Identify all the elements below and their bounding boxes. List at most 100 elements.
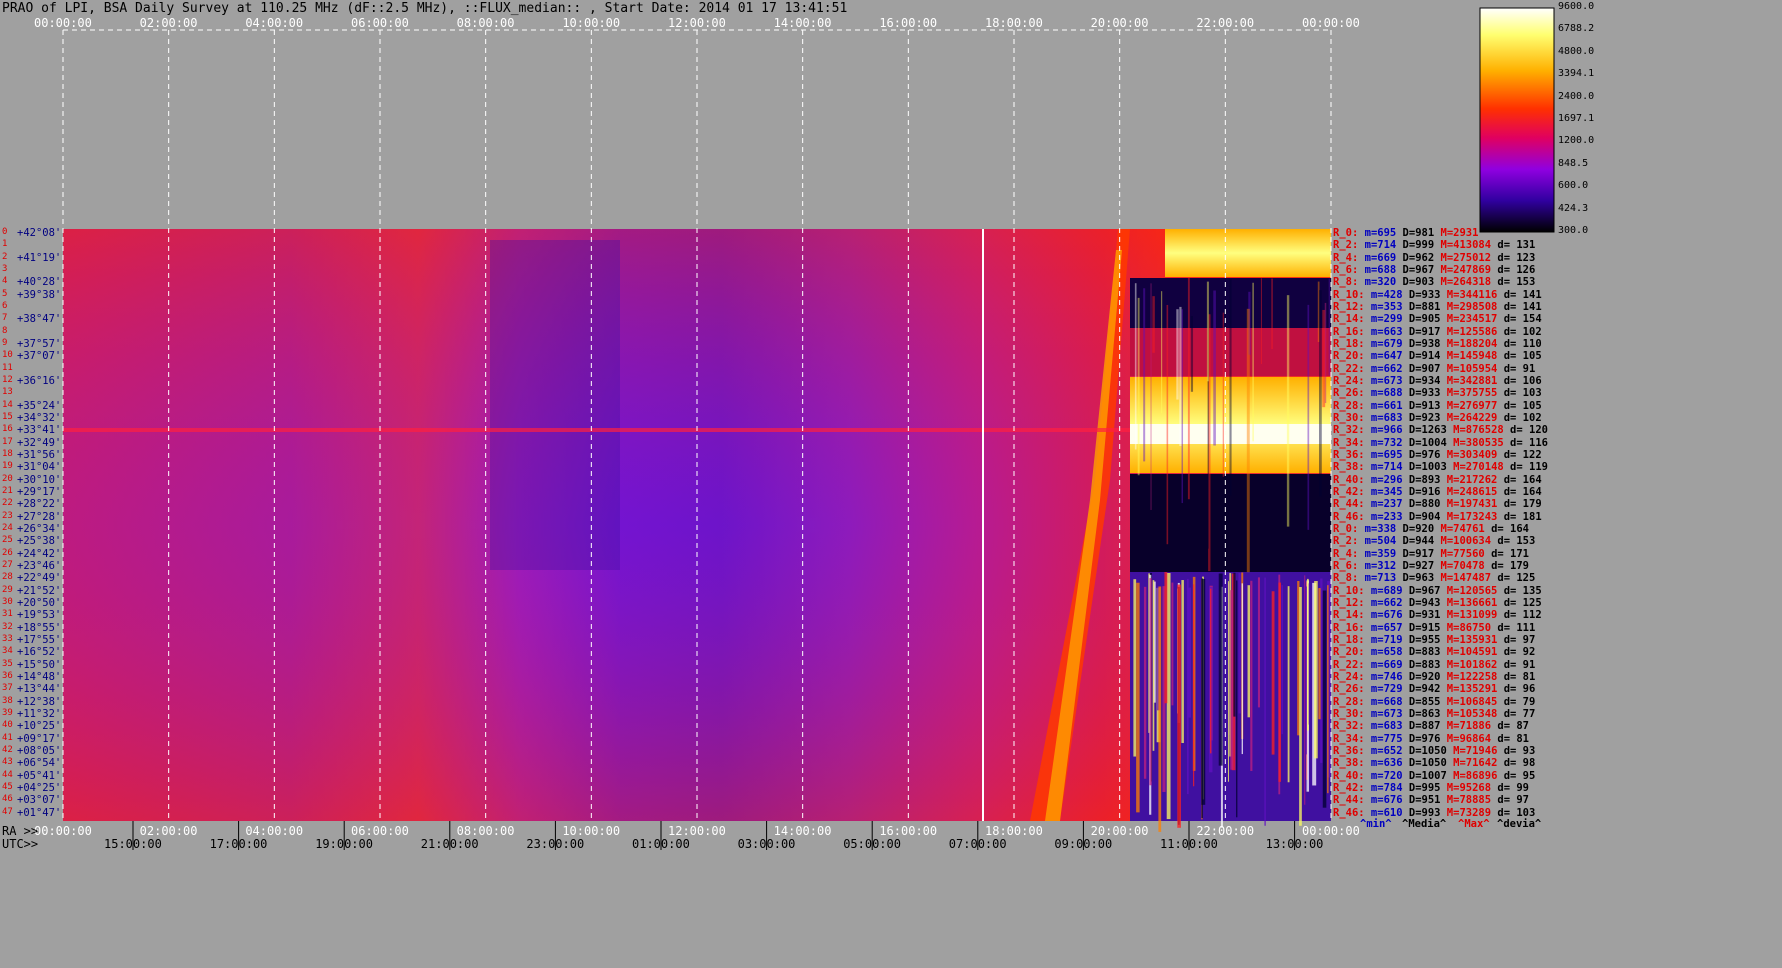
stat-field: M=2931	[1434, 227, 1479, 239]
source-stripe	[1327, 585, 1329, 794]
source-stripe	[1150, 283, 1152, 510]
utc-tick-label: 23:00:00	[526, 837, 585, 851]
stat-field: m=683	[1364, 411, 1403, 424]
stat-field: R_44:	[1333, 498, 1365, 511]
stat-field: m=714	[1358, 239, 1397, 252]
stat-field: R_42:	[1333, 485, 1365, 498]
stat-field: M=298508	[1440, 300, 1498, 313]
stat-field: d= 116	[1503, 436, 1548, 449]
stat-field: D=903	[1396, 276, 1435, 289]
row-index-label: 32	[2, 621, 13, 632]
stat-field: D=923	[1402, 411, 1441, 424]
row-declination-label: +39°38'	[17, 288, 62, 301]
stat-field: m=345	[1364, 485, 1403, 498]
stat-field: m=695	[1358, 227, 1397, 239]
stat-field: m=359	[1358, 547, 1397, 560]
row-declination-label: +30°10'	[17, 473, 62, 486]
stat-field: D=1263	[1402, 424, 1447, 437]
row-index-label: 35	[2, 658, 13, 669]
ra-tick-label: 16:00:00	[879, 824, 938, 838]
stat-field: M=264318	[1434, 276, 1492, 289]
stat-field: d= 111	[1491, 621, 1536, 634]
row-declination-label: +37°07'	[17, 350, 62, 363]
stat-field: d= 179	[1497, 498, 1542, 511]
stat-field: d= 95	[1497, 769, 1536, 782]
stat-field: M=71642	[1446, 757, 1498, 770]
stat-field: d= 119	[1503, 461, 1548, 474]
row-index-label: 29	[2, 584, 13, 595]
stat-field: R_20:	[1333, 646, 1365, 659]
row-index-label: 9	[2, 337, 8, 348]
stat-field: R_20:	[1333, 350, 1365, 363]
stat-field: m=661	[1364, 399, 1403, 412]
stat-field: M=135291	[1440, 683, 1498, 696]
stat-field: D=905	[1402, 313, 1441, 326]
stat-field: m=658	[1364, 646, 1403, 659]
row-declination-label: +24°42'	[17, 547, 62, 560]
row-index-label: 45	[2, 781, 13, 792]
row-stat-line: R_28: m=661 D=913 M=276977 d= 105	[1333, 400, 1542, 413]
row-stat-line: R_42: m=345 D=916 M=248615 d= 164	[1333, 486, 1542, 499]
row-index-label: 37	[2, 683, 13, 694]
stat-field: D=999	[1396, 239, 1435, 252]
stat-field: d= 91	[1497, 658, 1536, 671]
stat-field: m=683	[1364, 720, 1403, 733]
row-stat-line: R_20: m=647 D=914 M=145948 d= 105	[1333, 350, 1542, 363]
row-stat-line: R_44: m=676 D=951 M=78885 d= 97	[1333, 794, 1529, 807]
stat-field: D=938	[1402, 337, 1441, 350]
stat-field: M=270148	[1446, 461, 1504, 474]
stat-field: R_30:	[1333, 707, 1365, 720]
stat-field: m=668	[1364, 695, 1403, 708]
source-stripe	[1307, 304, 1310, 530]
colorbar-tick-label: 848.5	[1558, 157, 1589, 169]
row-declination-label: +12°38'	[17, 695, 62, 708]
source-stripe	[1181, 309, 1184, 504]
stat-field: M=120565	[1440, 584, 1498, 597]
stat-field: m=428	[1364, 288, 1403, 301]
stat-field: M=86896	[1446, 769, 1498, 782]
stat-field: D=855	[1402, 695, 1441, 708]
row-stat-line: R_42: m=784 D=995 M=95268 d= 99	[1333, 782, 1529, 795]
source-stripe	[1160, 291, 1163, 414]
stat-field: R_8:	[1333, 276, 1359, 289]
row-index-label: 12	[2, 374, 13, 385]
stat-field: D=967	[1402, 584, 1441, 597]
row-declination-label: +31°04'	[17, 461, 62, 474]
stat-field: M=303409	[1440, 448, 1498, 461]
row-index-label: 16	[2, 424, 13, 435]
row-index-label: 4	[2, 276, 8, 287]
top-tick-label: 00:00:00	[1302, 16, 1360, 30]
stat-field: d= 106	[1497, 374, 1542, 387]
row-index-label: 43	[2, 757, 13, 768]
row-declination-label: +18°55'	[17, 621, 62, 634]
stat-field: R_32:	[1333, 720, 1365, 733]
stat-field: d= 112	[1497, 609, 1542, 622]
stat-field: M=70478	[1434, 559, 1485, 572]
stat-field: R_44:	[1333, 794, 1365, 807]
top-tick-label: 08:00:00	[456, 16, 515, 30]
stat-field: R_4:	[1333, 547, 1359, 560]
stat-field: d= 122	[1497, 448, 1542, 461]
row-index-label: 25	[2, 535, 13, 546]
stat-field: d= 81	[1497, 670, 1536, 683]
source-stripe	[1271, 278, 1273, 350]
stat-field: D=933	[1402, 387, 1441, 400]
stat-field: M=105348	[1440, 707, 1498, 720]
stat-field: D=881	[1402, 300, 1441, 313]
stat-field: D=893	[1402, 473, 1441, 486]
row-declination-label: +20°50'	[17, 596, 62, 609]
stat-field: D=995	[1402, 781, 1441, 794]
stat-field: m=610	[1364, 806, 1403, 819]
stat-field: R_4:	[1333, 251, 1359, 264]
source-stripe	[1324, 302, 1327, 404]
stat-field: R_38:	[1333, 461, 1365, 474]
stat-field: d= 110	[1497, 337, 1542, 350]
stat-field: d= 105	[1497, 350, 1542, 363]
stat-field: R_24:	[1333, 374, 1365, 387]
row-stat-line: R_32: m=966 D=1263 M=876528 d= 120	[1333, 424, 1548, 437]
top-tick-label: 20:00:00	[1090, 16, 1149, 30]
row-declination-label: +37°57'	[17, 337, 62, 350]
stat-field: M=275012	[1434, 251, 1492, 264]
utc-tick-label: 17:00:00	[209, 837, 268, 851]
source-stripe	[1209, 588, 1212, 754]
